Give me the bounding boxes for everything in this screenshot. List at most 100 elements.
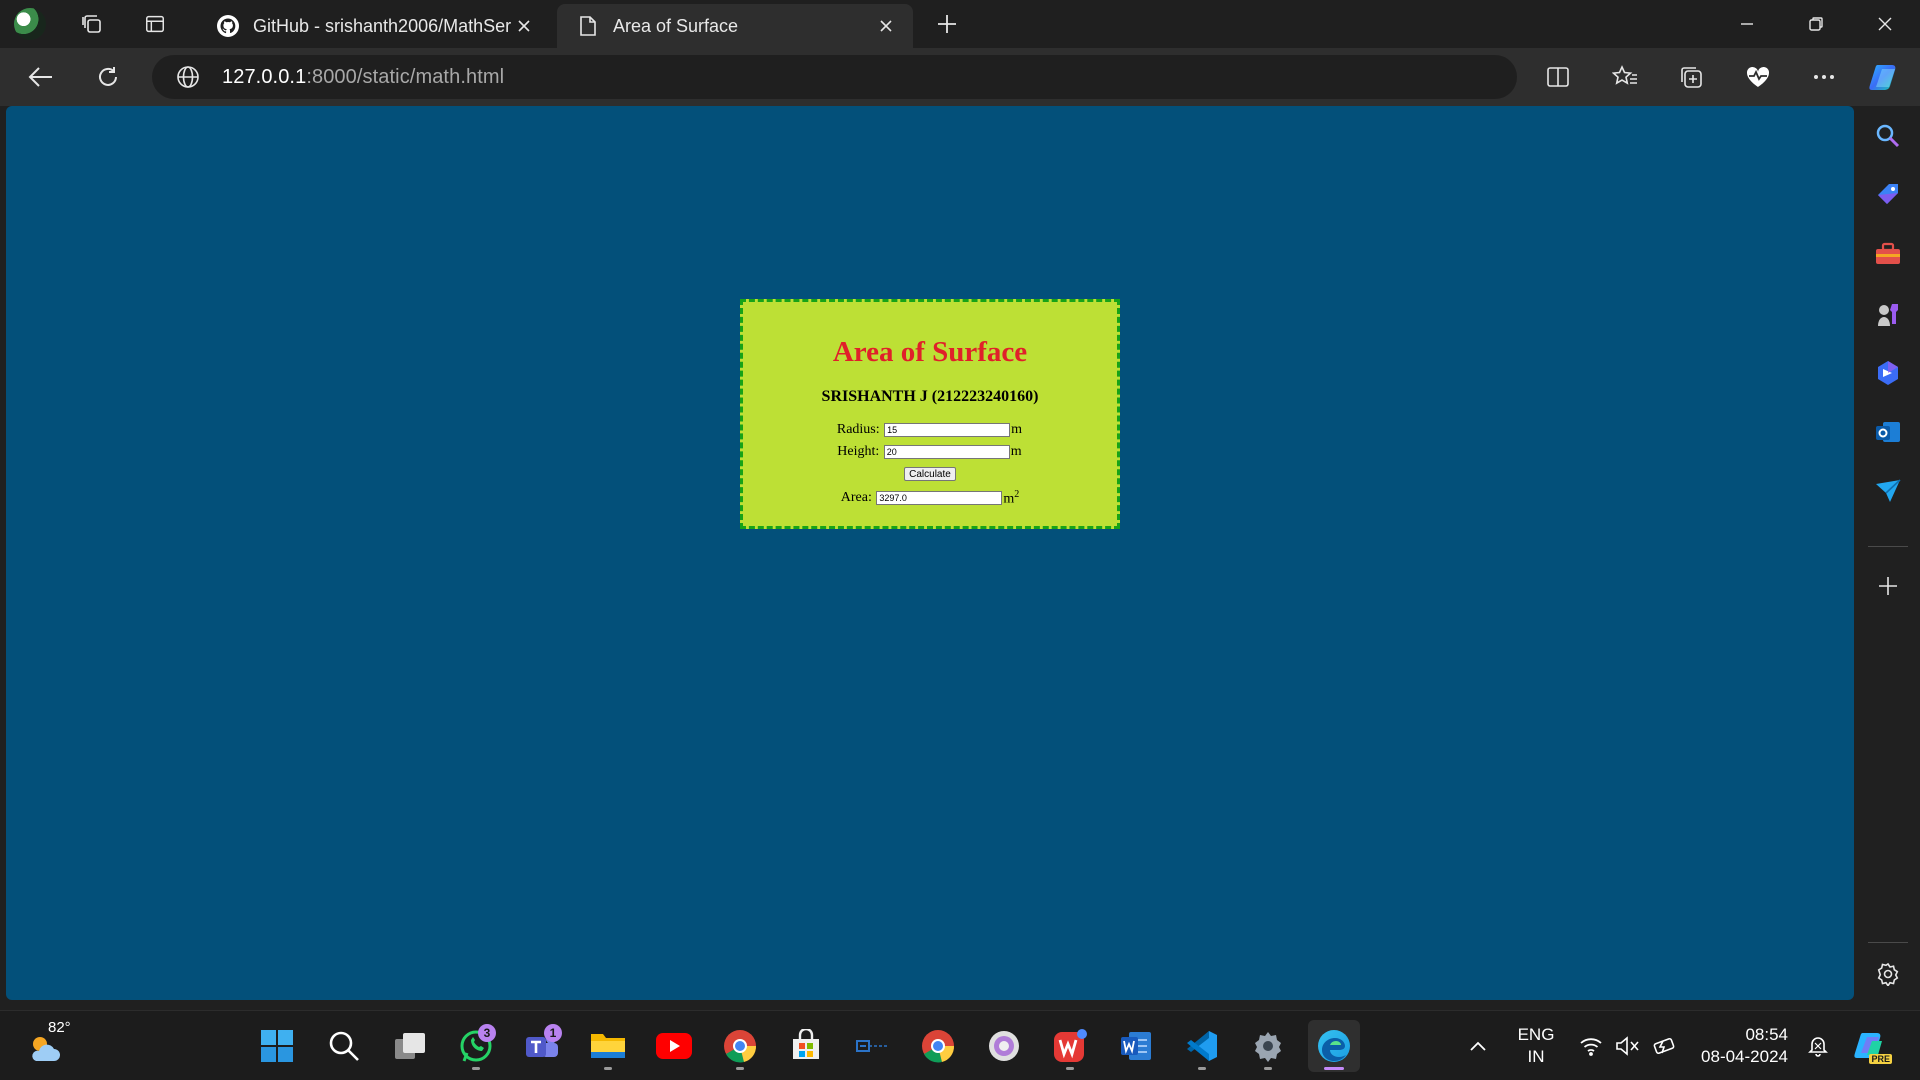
language-secondary: IN	[1527, 1047, 1545, 1066]
chrome-icon-2[interactable]	[912, 1020, 964, 1072]
close-tab-icon[interactable]	[513, 15, 535, 37]
navigation-bar: 127.0.0.1:8000/static/math.html	[0, 48, 1920, 106]
area-row: Area: m2	[743, 487, 1117, 509]
taskbar-search-icon[interactable]	[318, 1020, 370, 1072]
running-indicator	[736, 1067, 744, 1070]
restore-button[interactable]	[1783, 0, 1849, 48]
edge-sidebar	[1856, 106, 1920, 1000]
settings-gear-icon[interactable]	[1868, 954, 1908, 994]
radius-row: Radius: m	[743, 419, 1117, 441]
collections-icon[interactable]	[1671, 57, 1711, 97]
running-indicator	[1066, 1067, 1074, 1070]
globe-icon	[176, 65, 200, 89]
browser-essentials-icon[interactable]	[1738, 57, 1778, 97]
height-unit: m	[1010, 444, 1022, 459]
teams-badge: 1	[544, 1024, 562, 1042]
url-path: :8000/static/math.html	[306, 65, 505, 88]
microsoft-store-icon[interactable]	[780, 1020, 832, 1072]
copilot-sidebar-icon[interactable]	[1868, 353, 1908, 393]
page-icon	[575, 13, 601, 39]
wifi-icon[interactable]	[1571, 1020, 1611, 1072]
whatsapp-icon[interactable]: 3	[450, 1020, 502, 1072]
calculate-row: Calculate	[743, 463, 1117, 485]
refresh-button[interactable]	[88, 57, 128, 97]
tab-area-of-surface[interactable]: Area of Surface	[557, 4, 913, 48]
workspaces-icon[interactable]	[68, 0, 116, 48]
close-window-button[interactable]	[1852, 0, 1918, 48]
area-unit-exponent: 2	[1014, 488, 1020, 500]
clock[interactable]: 08:54 08-04-2024	[1692, 1024, 1788, 1068]
language-indicator[interactable]: ENG IN	[1508, 1024, 1564, 1068]
area-unit: m2	[1003, 489, 1019, 508]
tools-icon[interactable]	[1868, 234, 1908, 274]
github-icon	[215, 13, 241, 39]
outlook-icon[interactable]	[1868, 412, 1908, 452]
file-explorer-icon[interactable]	[582, 1020, 634, 1072]
more-options-icon[interactable]	[1804, 57, 1844, 97]
tab-actions-icon[interactable]	[131, 0, 179, 48]
radius-label: Radius:	[836, 422, 880, 437]
running-indicator	[604, 1067, 612, 1070]
vscode-icon[interactable]	[1176, 1020, 1228, 1072]
tab-github[interactable]: GitHub - srishanth2006/MathSer	[197, 4, 551, 48]
youtube-icon[interactable]	[648, 1020, 700, 1072]
split-screen-icon[interactable]	[1538, 57, 1578, 97]
area-label: Area:	[840, 490, 872, 505]
show-hidden-icons-chevron-icon[interactable]	[1454, 1020, 1502, 1072]
profile-avatar	[14, 8, 46, 40]
weather-icon	[32, 1037, 60, 1061]
start-button[interactable]	[251, 1020, 303, 1072]
copilot-icon[interactable]	[1866, 57, 1906, 97]
shopping-icon[interactable]	[1868, 175, 1908, 215]
teams-icon[interactable]: 1	[516, 1020, 568, 1072]
battery-charging-icon[interactable]	[1645, 1020, 1685, 1072]
settings-icon[interactable]	[1242, 1020, 1294, 1072]
volume-muted-icon[interactable]	[1608, 1020, 1648, 1072]
radius-input[interactable]	[884, 423, 1011, 437]
edge-icon[interactable]	[1308, 1020, 1360, 1072]
running-indicator	[1198, 1067, 1206, 1070]
new-tab-button[interactable]	[925, 6, 969, 42]
tab-title: Area of Surface	[613, 15, 739, 36]
sidebar-divider	[1868, 546, 1908, 547]
url-text: 127.0.0.1:8000/static/math.html	[222, 66, 504, 89]
address-bar[interactable]: 127.0.0.1:8000/static/math.html	[152, 55, 1517, 99]
favorites-icon[interactable]	[1605, 57, 1645, 97]
minimize-button[interactable]	[1714, 0, 1780, 48]
word-icon[interactable]	[1110, 1020, 1162, 1072]
copilot-taskbar-icon[interactable]: PRE	[1846, 1020, 1896, 1072]
app-icon[interactable]	[846, 1020, 898, 1072]
search-icon[interactable]	[1868, 116, 1908, 156]
weather-temperature: 82°	[48, 1019, 71, 1036]
area-unit-base: m	[1003, 491, 1015, 507]
height-row: Height: m	[743, 441, 1117, 463]
radius-unit: m	[1011, 422, 1023, 437]
whatsapp-badge: 3	[478, 1024, 496, 1042]
games-icon[interactable]	[1868, 294, 1908, 334]
tab-title: GitHub - srishanth2006/MathSer	[253, 15, 512, 36]
chrome-profile-icon[interactable]	[978, 1020, 1030, 1072]
task-view-icon[interactable]	[384, 1020, 436, 1072]
running-indicator	[1264, 1067, 1272, 1070]
chrome-icon[interactable]	[714, 1020, 766, 1072]
height-label: Height:	[837, 444, 880, 459]
add-icon[interactable]	[1868, 566, 1908, 606]
weather-widget[interactable]: 82°	[24, 1019, 84, 1071]
sidebar-divider	[1868, 942, 1908, 943]
close-tab-icon[interactable]	[875, 15, 897, 37]
wps-office-icon[interactable]	[1044, 1020, 1096, 1072]
notifications-icon[interactable]	[1796, 1020, 1840, 1072]
height-input[interactable]	[883, 445, 1010, 459]
calculator-card: Area of Surface SRISHANTH J (21222324016…	[740, 299, 1120, 529]
windows-taskbar: 82° 3 1 ENG IN 08:54 08-04-2024 PRE	[0, 1010, 1920, 1080]
back-button[interactable]	[21, 57, 61, 97]
clock-date: 08-04-2024	[1701, 1047, 1788, 1066]
calculate-button[interactable]: Calculate	[904, 467, 956, 481]
page-viewport: Area of Surface SRISHANTH J (21222324016…	[6, 106, 1854, 1000]
send-icon[interactable]	[1868, 471, 1908, 511]
running-indicator	[472, 1067, 480, 1070]
profile-button[interactable]	[10, 4, 50, 44]
area-output[interactable]	[876, 491, 1003, 505]
url-host: 127.0.0.1	[222, 65, 307, 88]
preview-badge: PRE	[1869, 1054, 1892, 1064]
